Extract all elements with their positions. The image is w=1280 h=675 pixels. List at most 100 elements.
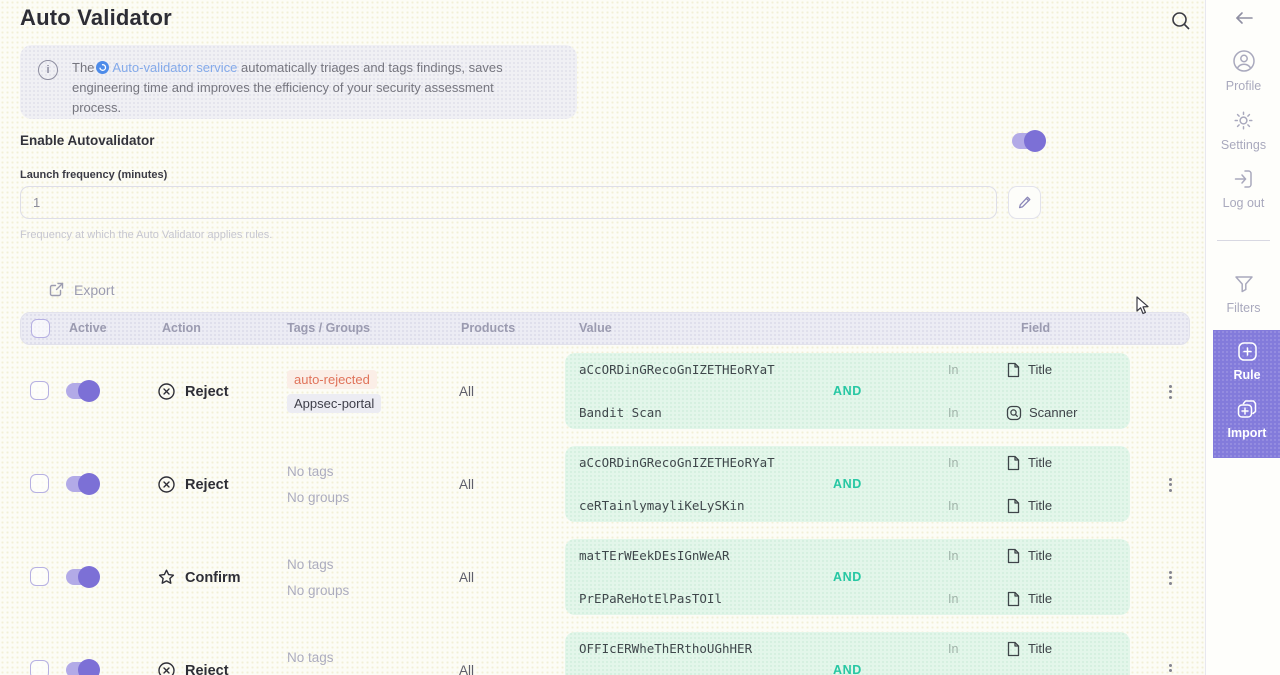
file-icon — [1006, 548, 1021, 564]
condition-line: OFFIcERWheThERthoUGhHER In Title — [565, 637, 1130, 660]
group-chip: Appsec-portal — [287, 394, 381, 413]
launch-frequency-label: Launch frequency (minutes) — [20, 169, 167, 181]
scanner-icon — [1006, 405, 1022, 421]
app-root: Auto Validator i The Auto-validator servi… — [0, 0, 1280, 675]
condition-value: Bandit Scan — [579, 405, 948, 420]
table-row: Reject No tags No groups All OFFIcERWheT… — [0, 624, 1280, 675]
header-products: Products — [461, 321, 515, 335]
action-cell: Confirm — [157, 531, 241, 624]
field-label: Scanner — [1029, 405, 1077, 420]
row-checkbox[interactable] — [30, 474, 49, 493]
condition-value: matTErWEekDEsIGnWeAR — [579, 548, 948, 563]
table-row: Reject No tags No groups All aCcORDinGRe… — [0, 438, 1280, 531]
conditions-box: aCcORDinGRecoGnIZETHEoRYaT In Title AND … — [565, 446, 1130, 522]
table-header: Active Action Tags / Groups Products Val… — [20, 312, 1190, 345]
kebab-icon[interactable] — [1162, 531, 1178, 624]
sidebar-item-logout[interactable]: Log out — [1206, 167, 1280, 210]
row-active-toggle[interactable] — [66, 569, 97, 585]
export-icon — [48, 281, 65, 298]
export-label: Export — [74, 282, 114, 298]
sidebar-item-label: Rule — [1233, 368, 1260, 382]
condition-line: ceRTainlymayliKeLySKin In Title — [565, 494, 1130, 517]
field-label: Title — [1028, 548, 1052, 563]
products-cell: All — [459, 624, 474, 675]
service-icon — [96, 61, 109, 74]
and-label: AND — [565, 660, 1130, 675]
action-label: Reject — [185, 477, 229, 493]
condition-field: Scanner — [1006, 405, 1116, 421]
sidebar-item-label: Settings — [1221, 138, 1266, 152]
reject-icon — [157, 475, 176, 494]
table-row: Reject auto-rejected Appsec-portal All a… — [0, 345, 1280, 438]
condition-line: PrEPaReHotElPasTOIl In Title — [565, 587, 1130, 610]
action-cell: Reject — [157, 345, 229, 438]
condition-operator: In — [948, 642, 1006, 656]
kebab-icon[interactable] — [1162, 624, 1178, 675]
and-label: AND — [565, 567, 1130, 587]
table-row: Confirm No tags No groups All matTErWEek… — [0, 531, 1280, 624]
no-tags-label: No tags — [287, 554, 334, 575]
row-active-toggle[interactable] — [66, 662, 97, 675]
condition-line: aCcORDinGRecoGnIZETHEoRYaT In Title — [565, 451, 1130, 474]
header-action: Action — [162, 321, 201, 335]
banner-prefix: The — [72, 60, 94, 75]
conditions-box: matTErWEekDEsIGnWeAR In Title AND PrEPaR… — [565, 539, 1130, 615]
info-icon: i — [38, 60, 58, 80]
row-active-toggle[interactable] — [66, 476, 97, 492]
row-checkbox[interactable] — [30, 567, 49, 586]
products-cell: All — [459, 345, 474, 438]
enable-autovalidator-toggle[interactable] — [1012, 133, 1043, 149]
condition-operator: In — [948, 406, 1006, 420]
enable-autovalidator-label: Enable Autovalidator — [20, 133, 155, 148]
sidebar-item-label: Log out — [1223, 196, 1265, 210]
action-label: Confirm — [185, 570, 241, 586]
sidebar-item-rule[interactable]: Rule — [1213, 340, 1280, 382]
condition-value: aCcORDinGRecoGnIZETHEoRYaT — [579, 362, 948, 377]
sidebar-item-filters[interactable]: Filters — [1206, 272, 1280, 315]
sidebar-item-import[interactable]: Import — [1213, 397, 1280, 440]
file-icon — [1006, 641, 1021, 657]
condition-operator: In — [948, 549, 1006, 563]
logout-icon — [1232, 167, 1256, 191]
row-checkbox[interactable] — [30, 381, 49, 400]
pencil-icon — [1017, 195, 1032, 210]
sidebar-item-settings[interactable]: Settings — [1206, 108, 1280, 152]
gear-icon — [1231, 108, 1256, 133]
auto-validator-service-link[interactable]: Auto-validator service — [112, 60, 237, 75]
condition-field: Title — [1006, 362, 1116, 378]
collapse-sidebar-button[interactable] — [1206, 10, 1280, 26]
condition-line: aCcORDinGRecoGnIZETHEoRYaT In Title — [565, 358, 1130, 381]
kebab-icon[interactable] — [1162, 438, 1178, 531]
file-icon — [1006, 498, 1021, 514]
toggle-knob — [78, 659, 100, 675]
no-groups-label: No groups — [287, 487, 349, 508]
condition-value: PrEPaReHotElPasTOIl — [579, 591, 948, 606]
products-cell: All — [459, 438, 474, 531]
condition-field: Title — [1006, 591, 1116, 607]
toggle-knob — [78, 566, 100, 588]
action-label: Reject — [185, 663, 229, 675]
condition-field: Title — [1006, 548, 1116, 564]
add-square-icon — [1236, 340, 1259, 363]
condition-value: ceRTainlymayliKeLySKin — [579, 498, 948, 513]
sidebar-item-label: Import — [1228, 426, 1267, 440]
launch-frequency-input[interactable] — [20, 186, 997, 219]
tag-chip: auto-rejected — [287, 370, 377, 389]
file-icon — [1006, 591, 1021, 607]
select-all-checkbox[interactable] — [31, 319, 50, 338]
conditions-box: OFFIcERWheThERthoUGhHER In Title AND — [565, 632, 1130, 675]
banner-text: TheAuto-validator service automatically … — [72, 58, 544, 118]
field-label: Title — [1028, 455, 1052, 470]
arrow-left-icon — [1234, 10, 1254, 26]
edit-frequency-button[interactable] — [1008, 186, 1041, 219]
sidebar-item-profile[interactable]: Profile — [1206, 48, 1280, 93]
kebab-icon[interactable] — [1162, 345, 1178, 438]
row-checkbox[interactable] — [30, 660, 49, 675]
products-cell: All — [459, 531, 474, 624]
toggle-knob — [1024, 130, 1046, 152]
export-button[interactable]: Export — [48, 281, 114, 298]
search-icon[interactable] — [1170, 10, 1192, 32]
condition-field: Title — [1006, 455, 1116, 471]
row-active-toggle[interactable] — [66, 383, 97, 399]
page-title: Auto Validator — [20, 5, 172, 31]
